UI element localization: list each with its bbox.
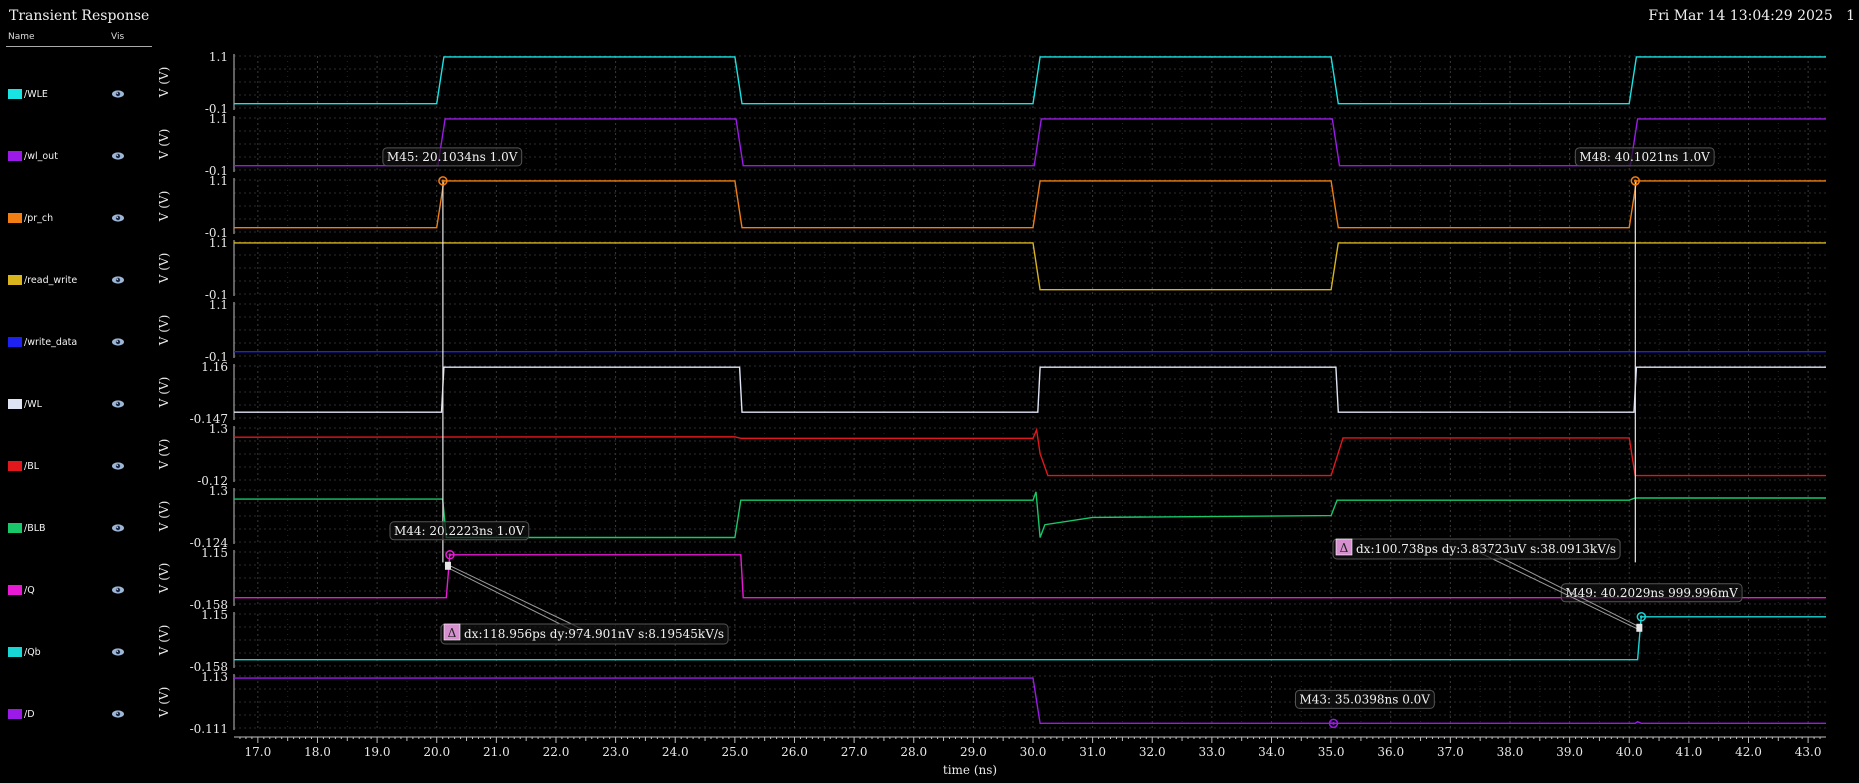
delta-leader: [447, 564, 585, 631]
x-tick-label: 37.0: [1437, 745, 1464, 759]
y-tick-max: 1.1: [209, 236, 228, 250]
x-tick-label: 38.0: [1497, 745, 1524, 759]
x-tick-label: 22.0: [543, 745, 570, 759]
x-tick-label: 27.0: [841, 745, 868, 759]
x-tick-label: 29.0: [960, 745, 987, 759]
delta-anchor: [1636, 623, 1643, 632]
delta-icon-glyph: Δ: [448, 626, 457, 640]
series-line-pr_ch: [234, 180, 1826, 229]
delta-label: dx:118.956ps dy:974.901nV s:8.19545kV/s: [464, 627, 724, 641]
x-tick-label: 40.0: [1616, 745, 1643, 759]
marker-label: M43: 35.0398ns 0.0V: [1299, 692, 1430, 706]
x-axis-label: time (ns): [943, 763, 997, 777]
y-tick-max: 1.13: [201, 670, 228, 684]
marker-M45: M45: 20.1034ns 1.0V: [382, 147, 523, 563]
marker-label: M44: 20.2223ns 1.0V: [394, 524, 525, 538]
series-line-read_write: [234, 242, 1826, 291]
y-tick-max: 1.16: [201, 360, 228, 374]
y-axis-label: V (V): [157, 67, 171, 99]
x-tick-label: 39.0: [1556, 745, 1583, 759]
series-line-WLE: [234, 56, 1826, 105]
x-tick-label: 17.0: [244, 745, 271, 759]
marker-center: [441, 179, 445, 183]
x-tick-label: 24.0: [662, 745, 689, 759]
y-tick-max: 1.3: [209, 422, 228, 436]
y-tick-min: -0.111: [190, 722, 228, 736]
marker-M43: M43: 35.0398ns 0.0V: [1294, 689, 1435, 729]
y-tick-max: 1.1: [209, 174, 228, 188]
x-tick-label: 20.0: [423, 745, 450, 759]
x-tick-label: 25.0: [721, 745, 748, 759]
series-line-D: [234, 677, 1826, 724]
y-tick-max: 1.15: [201, 546, 228, 560]
delta-annotation: Δdx:118.956ps dy:974.901nV s:8.19545kV/s: [440, 561, 729, 645]
x-tick-label: 35.0: [1318, 745, 1345, 759]
y-axis-label: V (V): [157, 563, 171, 595]
x-tick-label: 41.0: [1676, 745, 1703, 759]
y-axis-label: V (V): [157, 377, 171, 409]
marker-label: M45: 20.1034ns 1.0V: [387, 150, 518, 164]
x-tick-label: 34.0: [1258, 745, 1285, 759]
x-tick-label: 28.0: [900, 745, 927, 759]
x-tick-label: 43.0: [1795, 745, 1822, 759]
y-tick-max: 1.1: [209, 298, 228, 312]
x-tick-label: 31.0: [1079, 745, 1106, 759]
x-tick-label: 23.0: [602, 745, 629, 759]
y-tick-max: 1.1: [209, 112, 228, 126]
y-axis-label: V (V): [157, 191, 171, 223]
series-line-BL: [233, 427, 1826, 477]
y-axis-label: V (V): [157, 439, 171, 471]
y-tick-max: 1.3: [209, 484, 228, 498]
marker-M49: M49: 40.2029ns 999.996mV: [1560, 583, 1743, 622]
y-axis-label: V (V): [157, 501, 171, 533]
y-tick-max: 1.15: [201, 608, 228, 622]
delta-label: dx:100.738ps dy:3.83723uV s:38.0913kV/s: [1356, 542, 1616, 556]
y-axis-label: V (V): [157, 253, 171, 285]
delta-icon: Δ: [1335, 538, 1353, 556]
delta-icon: Δ: [443, 623, 461, 641]
y-axis-label: V (V): [157, 315, 171, 347]
y-axis-label: V (V): [157, 687, 171, 719]
y-axis-label: V (V): [157, 625, 171, 657]
marker-center: [1332, 721, 1335, 725]
x-tick-label: 26.0: [781, 745, 808, 759]
delta-icon-glyph: Δ: [1340, 541, 1349, 555]
x-tick-label: 36.0: [1377, 745, 1404, 759]
y-tick-max: 1.1: [209, 50, 228, 64]
x-tick-label: 21.0: [483, 745, 510, 759]
waveform-plot[interactable]: 1.1-0.1V (V)1.1-0.1V (V)1.1-0.1V (V)1.1-…: [0, 0, 1859, 783]
x-tick-label: 19.0: [364, 745, 391, 759]
x-tick-label: 18.0: [304, 745, 331, 759]
marker-center: [448, 553, 452, 557]
marker-center: [1633, 179, 1637, 183]
x-tick-label: 42.0: [1735, 745, 1762, 759]
marker-M44: M44: 20.2223ns 1.0V: [389, 521, 530, 560]
x-tick-label: 30.0: [1020, 745, 1047, 759]
delta-anchor: [444, 561, 451, 570]
y-axis-label: V (V): [157, 129, 171, 161]
x-tick-label: 32.0: [1139, 745, 1166, 759]
marker-center: [1639, 615, 1643, 619]
x-tick-label: 33.0: [1198, 745, 1225, 759]
marker-label: M49: 40.2029ns 999.996mV: [1565, 586, 1738, 600]
marker-label: M48: 40.1021ns 1.0V: [1579, 150, 1710, 164]
